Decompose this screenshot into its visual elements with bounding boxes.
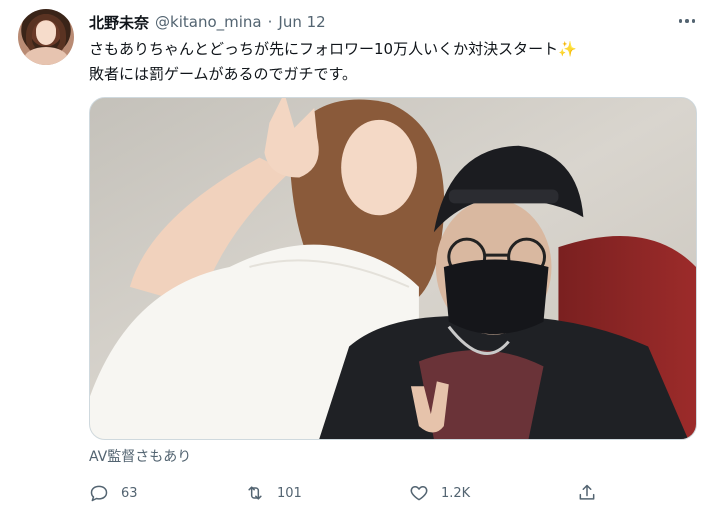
author-handle[interactable]: @kitano_mina (155, 13, 262, 31)
retweet-icon (248, 486, 262, 500)
photo-caption[interactable]: AV監督さもあり (89, 446, 191, 466)
reply-count: 63 (121, 485, 138, 501)
retweet-count: 101 (277, 485, 302, 501)
photo-illustration (90, 98, 696, 439)
tweet-photo[interactable] (89, 97, 697, 440)
author-name[interactable]: 北野未奈 (89, 12, 149, 33)
heart-icon (410, 486, 428, 501)
like-count: 1.2K (441, 485, 471, 501)
avatar-body (24, 47, 68, 65)
reply-icon (90, 485, 108, 502)
sparkle-icon: ✨ (558, 40, 577, 58)
tweet-header: 北野未奈 @kitano_mina · Jun 12 (89, 11, 326, 33)
header-separator: · (267, 13, 273, 31)
like-button[interactable]: 1.2K (409, 478, 470, 508)
tweet-text-line-1: さもありちゃんとどっちが先にフォロワー10万人いくか対決スタート (89, 40, 559, 58)
avatar[interactable] (18, 9, 74, 65)
share-icon (579, 484, 595, 500)
reply-button[interactable]: 63 (89, 478, 138, 508)
avatar-face (36, 21, 56, 45)
more-icon[interactable] (676, 10, 698, 32)
share-button[interactable] (577, 478, 597, 508)
tweet-text-line-2: 敗者には罰ゲームがあるのでガチです。 (89, 65, 358, 83)
tweet-text: さもありちゃんとどっちが先にフォロワー10万人いくか対決スタート✨ 敗者には罰ゲ… (89, 37, 699, 87)
tweet-date[interactable]: Jun 12 (278, 13, 325, 31)
tweet-actions: 63 101 1.2K (89, 478, 609, 508)
retweet-button[interactable]: 101 (245, 478, 302, 508)
